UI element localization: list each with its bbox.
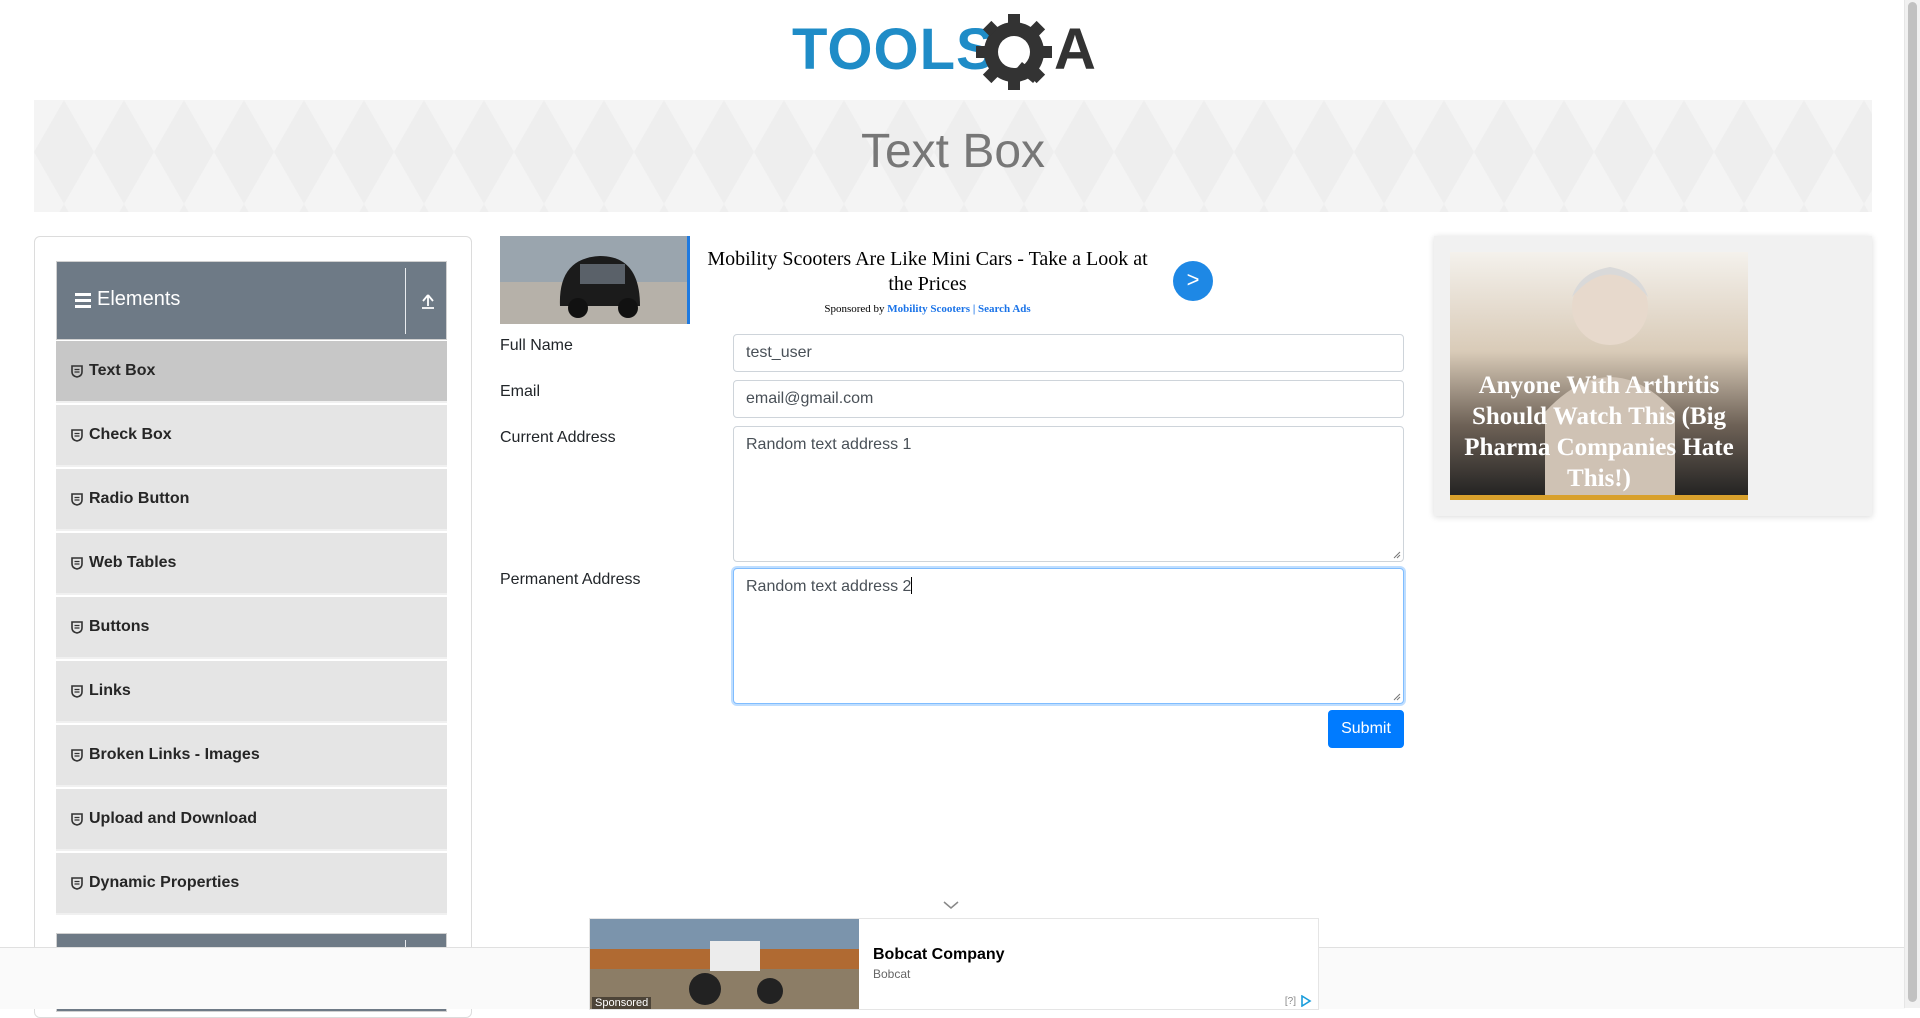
shield-icon	[71, 684, 83, 698]
ad-company-name[interactable]: Bobcat Company	[873, 946, 1005, 964]
ad-choices-label: [?]	[1284, 995, 1296, 1007]
shield-icon	[71, 556, 83, 570]
scooter-illustration	[500, 236, 687, 324]
adchoices-icon	[1301, 995, 1312, 1007]
ad-sponsored-tag: Sponsored	[592, 997, 652, 1009]
page-scrollbar[interactable]	[1904, 0, 1920, 1008]
ad-sponsored-prefix: Sponsored by	[824, 303, 885, 315]
ad-sponsor-link[interactable]: Mobility Scooters | Search Ads	[887, 303, 1030, 315]
shield-icon	[71, 364, 83, 378]
sidebar-item-dynamic-properties[interactable]: Dynamic Properties	[56, 853, 447, 915]
elements-group-header[interactable]: Elements	[56, 261, 447, 340]
sidebar-item-label: Dynamic Properties	[89, 874, 240, 891]
sidebar-item-label: Buttons	[89, 618, 150, 635]
resize-handle-icon[interactable]	[1393, 551, 1401, 559]
collapse-arrow-icon[interactable]	[419, 292, 437, 310]
ad-arthritis-image[interactable]: Anyone With Arthritis Should Watch This …	[1450, 252, 1748, 500]
shield-icon	[71, 812, 83, 826]
submit-button[interactable]: Submit	[1328, 710, 1404, 748]
sponsored-ad-right[interactable]: Anyone With Arthritis Should Watch This …	[1434, 236, 1872, 516]
sponsored-ad-top[interactable]: Mobility Scooters Are Like Mini Cars - T…	[500, 236, 1230, 325]
current-address-label: Current Address	[500, 429, 616, 446]
shield-icon	[71, 428, 83, 442]
ad-bobcat-image[interactable]: Sponsored	[590, 919, 859, 1009]
svg-text:A: A	[1054, 17, 1096, 82]
toolsqa-logo[interactable]: TOOLS A	[792, 14, 1116, 90]
resize-handle-icon[interactable]	[1393, 693, 1401, 701]
full-name-label: Full Name	[500, 337, 573, 354]
sidebar-item-radio-button[interactable]: Radio Button	[56, 469, 447, 531]
current-address-value: Random text address 1	[746, 436, 912, 453]
group-title: Elements	[97, 288, 181, 310]
sidebar-item-label: Radio Button	[89, 490, 190, 507]
page-title: Text Box	[860, 125, 1046, 178]
ad-sponsor-line: Sponsored by Mobility Scooters | Search …	[700, 303, 1155, 315]
page-banner: Text Box	[34, 100, 1872, 212]
sidebar-item-label: Text Box	[89, 362, 156, 379]
sidebar-item-web-tables[interactable]: Web Tables	[56, 533, 447, 595]
shield-icon	[71, 876, 83, 890]
shield-icon	[71, 748, 83, 762]
email-input[interactable]: email@gmail.com	[733, 380, 1404, 418]
shield-icon	[71, 492, 83, 506]
shield-icon	[71, 620, 83, 634]
site-header: TOOLS A	[0, 0, 1905, 100]
sponsored-ad-bottom[interactable]: Sponsored Bobcat Company Bobcat [?]	[589, 918, 1319, 1010]
sidebar-item-buttons[interactable]: Buttons	[56, 597, 447, 659]
chevron-down-icon[interactable]	[943, 900, 959, 910]
sidebar-item-label: Links	[89, 682, 131, 699]
sidebar-item-upload-and-download[interactable]: Upload and Download	[56, 789, 447, 851]
tractor-illustration	[590, 919, 859, 1009]
permanent-address-value: Random text address 2	[746, 578, 912, 595]
current-address-textarea[interactable]: Random text address 1	[733, 426, 1404, 562]
scrollbar-thumb[interactable]	[1908, 2, 1917, 1002]
ad-arrow-button[interactable]: >	[1173, 261, 1213, 301]
sidebar-item-check-box[interactable]: Check Box	[56, 405, 447, 467]
sidebar: Elements Text Box Check Box Radio Button…	[34, 236, 472, 1018]
sidebar-item-label: Broken Links - Images	[89, 746, 260, 763]
sidebar-item-label: Web Tables	[89, 554, 177, 571]
ad-scooter-image[interactable]	[500, 236, 690, 324]
sidebar-item-label: Upload and Download	[89, 810, 257, 827]
ad-headline[interactable]: Mobility Scooters Are Like Mini Cars - T…	[700, 247, 1155, 297]
sidebar-item-broken-links-images[interactable]: Broken Links - Images	[56, 725, 447, 787]
sidebar-item-text-box[interactable]: Text Box	[56, 341, 447, 403]
ad-choices[interactable]: [?]	[1285, 995, 1312, 1007]
menu-bars-icon	[75, 292, 91, 308]
ad-brand-name: Bobcat	[873, 967, 911, 981]
full-name-input[interactable]: test_user	[733, 334, 1404, 372]
permanent-address-textarea[interactable]: Random text address 2	[733, 568, 1404, 704]
text-caret	[911, 577, 913, 594]
ad-caption[interactable]: Anyone With Arthritis Should Watch This …	[1456, 370, 1742, 494]
permanent-address-label: Permanent Address	[500, 571, 641, 588]
svg-text:TOOLS: TOOLS	[792, 17, 996, 82]
ad-accent-bar	[1450, 495, 1748, 500]
sidebar-item-label: Check Box	[89, 426, 172, 443]
header-divider	[405, 268, 406, 334]
email-label: Email	[500, 383, 541, 400]
sidebar-item-links[interactable]: Links	[56, 661, 447, 723]
